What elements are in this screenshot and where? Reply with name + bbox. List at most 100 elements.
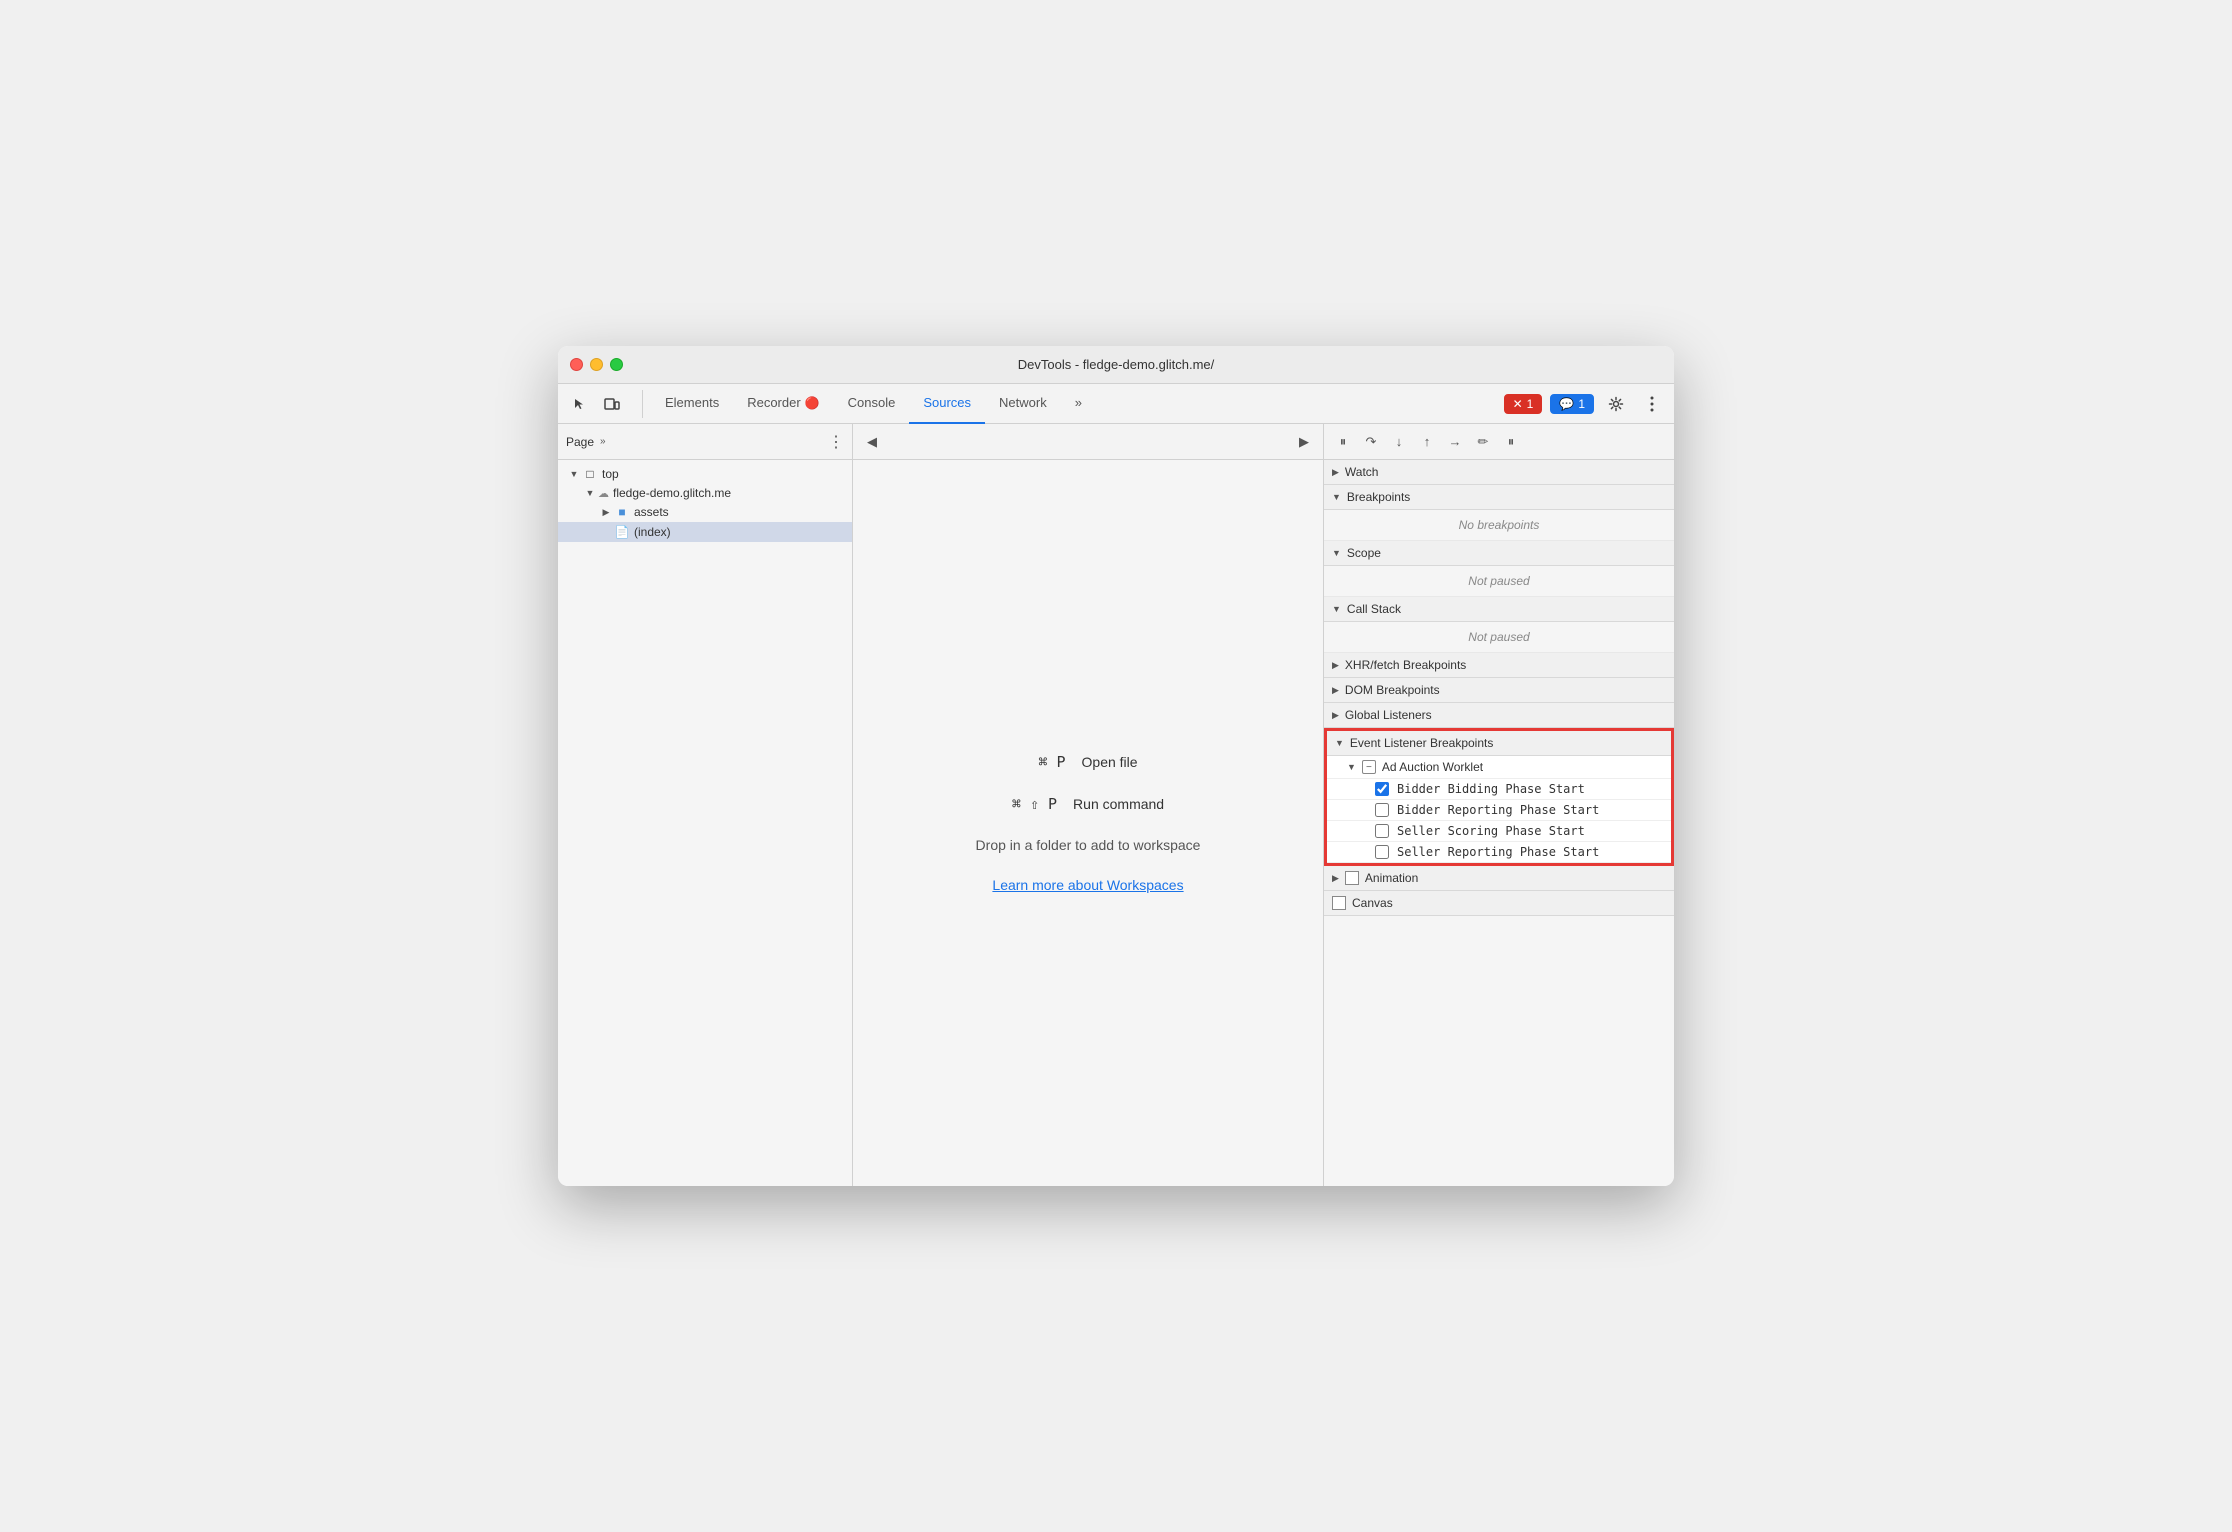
title-bar: DevTools - fledge-demo.glitch.me/ [558,346,1674,384]
more-tabs-button[interactable]: » [1061,384,1096,424]
file-tree: ▼ □ top ▼ ☁ fledge-demo.glitch.me ▶ ■ as… [558,460,852,1186]
error-badge-button[interactable]: ✕ 1 [1504,394,1543,414]
section-callstack-header[interactable]: ▼ Call Stack [1324,597,1674,622]
deactivate-breakpoints-icon[interactable]: ✏ [1470,429,1496,455]
checkbox-bidder-bidding-input[interactable] [1375,782,1389,796]
step-into-icon[interactable]: ↓ [1386,429,1412,455]
minimize-button[interactable] [590,358,603,371]
section-global-header[interactable]: ▶ Global Listeners [1324,703,1674,728]
tree-item-top[interactable]: ▼ □ top [558,464,852,484]
settings-icon[interactable] [1602,390,1630,418]
section-watch-label: Watch [1345,465,1379,479]
pause-icon[interactable]: ⏸ [1330,429,1356,455]
tree-label-assets: assets [634,505,669,519]
tree-item-index[interactable]: 📄 (index) [558,522,852,542]
main-content: Page » ⋮ ▼ □ top ▼ ☁ fledge-demo.glitch.… [558,424,1674,1186]
checkbox-bidder-bidding: Bidder Bidding Phase Start [1327,779,1671,800]
xhr-arrow-icon: ▶ [1332,660,1339,671]
scope-arrow-icon: ▼ [1332,548,1341,558]
shortcut-key-run: ⌘ ⇧ P [1012,795,1057,813]
section-animation-label: Animation [1365,871,1418,885]
traffic-lights [570,358,623,371]
run-icon[interactable]: ▶ [1293,431,1315,453]
workspace-learn-link[interactable]: Learn more about Workspaces [992,877,1183,893]
checkbox-bidder-reporting-input[interactable] [1375,803,1389,817]
ad-auction-label: Ad Auction Worklet [1382,760,1483,774]
canvas-checkbox-icon [1332,896,1346,910]
tab-sources[interactable]: Sources [909,384,985,424]
tree-arrow-top: ▼ [566,469,582,479]
device-toggle-icon[interactable] [598,390,626,418]
section-canvas-header[interactable]: Canvas [1324,891,1674,916]
debug-sections: ▶ Watch ▼ Breakpoints No breakpoints ▼ S… [1324,460,1674,1186]
section-callstack-content: Not paused [1324,622,1674,653]
checkbox-seller-scoring-input[interactable] [1375,824,1389,838]
callstack-arrow-icon: ▼ [1332,604,1341,614]
section-dom-label: DOM Breakpoints [1345,683,1440,697]
tab-recorder[interactable]: Recorder 🔴 [733,384,833,424]
section-breakpoints-header[interactable]: ▼ Breakpoints [1324,485,1674,510]
debugger-toolbar: ⏸ ↷ ↓ ↑ → ✏ ⏸ [1324,424,1674,460]
tree-arrow-assets: ▶ [598,507,614,518]
step-over-icon[interactable]: ↷ [1358,429,1384,455]
error-count: 1 [1527,397,1534,411]
watch-arrow-icon: ▶ [1332,467,1339,478]
section-watch-header[interactable]: ▶ Watch [1324,460,1674,485]
section-xhr-header[interactable]: ▶ XHR/fetch Breakpoints [1324,653,1674,678]
panel-expand-icon[interactable]: » [600,436,606,447]
section-breakpoints-content: No breakpoints [1324,510,1674,541]
page-label: Page [566,435,594,449]
shortcut-run-command: ⌘ ⇧ P Run command [1012,795,1164,813]
section-eventlistener-header[interactable]: ▼ Event Listener Breakpoints [1327,731,1671,756]
info-badge-button[interactable]: 💬 1 [1550,394,1594,414]
section-scope-label: Scope [1347,546,1381,560]
global-arrow-icon: ▶ [1332,710,1339,721]
sidebar-toggle-icon[interactable]: ◀ [861,431,883,453]
toolbar-icons [566,390,643,418]
section-scope-header[interactable]: ▼ Scope [1324,541,1674,566]
close-button[interactable] [570,358,583,371]
step-icon[interactable]: → [1442,429,1468,455]
maximize-button[interactable] [610,358,623,371]
event-listener-highlight-box: ▼ Event Listener Breakpoints ▼ − Ad Auct… [1324,728,1674,866]
section-breakpoints-label: Breakpoints [1347,490,1410,504]
checkbox-bidder-bidding-label: Bidder Bidding Phase Start [1397,782,1585,796]
ad-auction-arrow-icon: ▼ [1347,762,1356,772]
more-options-icon[interactable] [1638,390,1666,418]
checkbox-seller-reporting-input[interactable] [1375,845,1389,859]
info-icon: 💬 [1559,397,1574,411]
step-out-icon[interactable]: ↑ [1414,429,1440,455]
tab-bar: Elements Recorder 🔴 Console Sources Netw… [651,384,1504,424]
tree-label-domain: fledge-demo.glitch.me [613,486,731,500]
checkbox-bidder-reporting: Bidder Reporting Phase Start [1327,800,1671,821]
tab-network[interactable]: Network [985,384,1061,424]
section-xhr-label: XHR/fetch Breakpoints [1345,658,1466,672]
error-icon: ✕ [1513,397,1523,411]
folder-icon-assets: ■ [614,504,630,520]
tab-elements[interactable]: Elements [651,384,733,424]
file-icon-index: 📄 [614,524,630,540]
breakpoints-arrow-icon: ▼ [1332,492,1341,502]
tree-item-domain[interactable]: ▼ ☁ fledge-demo.glitch.me [558,484,852,502]
main-toolbar: Elements Recorder 🔴 Console Sources Netw… [558,384,1674,424]
section-dom-header[interactable]: ▶ DOM Breakpoints [1324,678,1674,703]
section-animation-header[interactable]: ▶ Animation [1324,866,1674,891]
tree-item-assets[interactable]: ▶ ■ assets [558,502,852,522]
shortcut-open-file: ⌘ P Open file [1038,753,1137,771]
shortcut-label-run: Run command [1073,796,1164,812]
section-eventlistener-label: Event Listener Breakpoints [1350,736,1493,750]
panel-options-icon[interactable]: ⋮ [828,432,844,452]
checkbox-seller-scoring-label: Seller Scoring Phase Start [1397,824,1585,838]
ad-auction-header[interactable]: ▼ − Ad Auction Worklet [1327,756,1671,779]
devtools-window: DevTools - fledge-demo.glitch.me/ Elemen… [558,346,1674,1186]
section-scope-content: Not paused [1324,566,1674,597]
cursor-icon[interactable] [566,390,594,418]
editor-toolbar: ◀ ▶ [853,424,1323,460]
file-panel-header: Page » ⋮ [558,424,852,460]
folder-outline-icon: □ [582,466,598,482]
tree-label-index: (index) [634,525,671,539]
tab-console[interactable]: Console [834,384,910,424]
dont-pause-exceptions-icon[interactable]: ⏸ [1498,429,1524,455]
checkbox-seller-reporting-label: Seller Reporting Phase Start [1397,845,1599,859]
toolbar-right: ✕ 1 💬 1 [1504,390,1666,418]
